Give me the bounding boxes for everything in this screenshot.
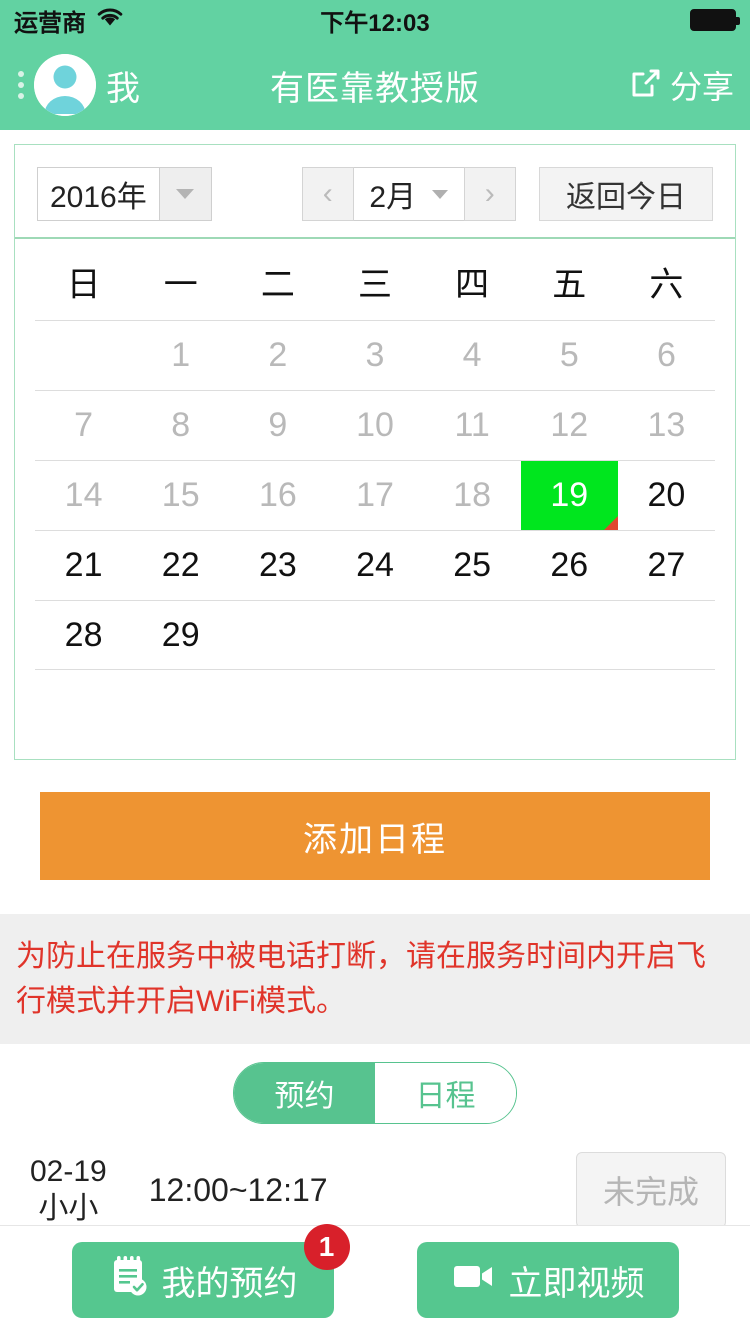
weekday-label: 日	[66, 266, 101, 304]
year-selector[interactable]: 2016年	[37, 167, 212, 221]
calendar-day-selected[interactable]: 19	[520, 461, 618, 530]
event-marker-icon	[603, 516, 618, 530]
calendar-day-cell[interactable]: 22	[132, 531, 229, 600]
status-bar: 运营商 下午12:03	[0, 0, 750, 40]
warning-text: 为防止在服务中被电话打断，请在服务时间内开启飞行模式并开启WiFi模式。	[0, 914, 750, 1044]
profile-button[interactable]: 我	[16, 54, 140, 116]
start-video-button[interactable]: 立即视频	[416, 1242, 679, 1318]
appointment-name: 小小	[38, 1192, 99, 1225]
my-appointments-label: 我的预约	[161, 1264, 298, 1303]
calendar-day-cell[interactable]: 6	[618, 321, 715, 390]
share-icon[interactable]	[624, 62, 666, 109]
weekday-label: 三	[357, 266, 392, 304]
back-to-today-button[interactable]: 返回今日	[539, 167, 713, 221]
chevron-right-icon[interactable]: ›	[463, 167, 516, 221]
segmented-control-wrap: 预约 日程	[0, 1062, 750, 1124]
calendar-day-cell[interactable]: 9	[229, 391, 326, 460]
carrier-label: 运营商	[14, 9, 86, 37]
profile-label: 我	[106, 69, 140, 108]
calendar-day-cell[interactable]: 14	[35, 461, 132, 530]
calendar-day-cell[interactable]: 20	[618, 461, 715, 530]
calendar-day-cell[interactable]: 18	[424, 461, 521, 530]
calendar-day-cell	[521, 601, 618, 669]
status-bar-right	[690, 9, 740, 31]
appointment-time: 12:00~12:17	[148, 1171, 328, 1208]
user-avatar-icon[interactable]	[34, 54, 96, 116]
calendar-day-cell[interactable]: 13	[618, 391, 715, 460]
calendar-week-row: 7 8 9 10 11 12 13	[35, 390, 715, 460]
calendar-day-cell[interactable]: 12	[521, 391, 618, 460]
weekday-label: 二	[260, 266, 295, 304]
calendar-day-cell	[35, 321, 132, 390]
tab-schedule[interactable]: 日程	[375, 1063, 516, 1123]
status-badge: 1	[303, 1224, 350, 1270]
calendar-day-cell[interactable]: 21	[35, 531, 132, 600]
calendar-day-cell[interactable]: 15	[132, 461, 229, 530]
notepad-check-icon	[108, 1254, 150, 1307]
calendar-day-cell[interactable]: 27	[618, 531, 715, 600]
share-label: 分享	[669, 69, 734, 105]
calendar-day-cell[interactable]: 25	[424, 531, 521, 600]
month-value: 2月	[369, 181, 417, 214]
appointment-date: 02-19	[30, 1154, 107, 1188]
calendar-day-cell[interactable]: 5	[521, 321, 618, 390]
calendar-day-cell[interactable]: 26	[521, 531, 618, 600]
calendar-day-cell[interactable]: 11	[424, 391, 521, 460]
tab-appointments[interactable]: 预约	[234, 1063, 375, 1123]
year-value[interactable]: 2016年	[37, 167, 160, 221]
segmented-control: 预约 日程	[233, 1062, 517, 1124]
calendar-card: 2016年 ‹ 2月 › 返回今日 日 一 二 三 四 五 六 12345678…	[14, 144, 736, 760]
calendar-day-cell[interactable]: 1	[132, 321, 229, 390]
month-value-box[interactable]: 2月	[353, 167, 464, 221]
calendar-day-cell[interactable]: 3	[326, 321, 423, 390]
calendar-week-row: 14 15 16 17 18 19 20	[35, 460, 715, 530]
calendar-grid: 1 2 3 4 5 6 7 8 9 10 11 12 13 14 15 16 17 18 19 20 21 22 23 24 2…	[15, 320, 735, 670]
weekday-label: 四	[455, 266, 490, 304]
calendar-day-cell[interactable]: 24	[326, 531, 423, 600]
calendar-day-cell[interactable]: 17	[326, 461, 423, 530]
calendar-day-cell[interactable]: 4	[424, 321, 521, 390]
chevron-down-icon[interactable]	[159, 167, 212, 221]
calendar-day-cell[interactable]: 2	[229, 321, 326, 390]
calendar-day-cell[interactable]: 8	[132, 391, 229, 460]
my-appointments-button[interactable]: 我的预约 1	[71, 1224, 350, 1318]
calendar-day-cell[interactable]: 28	[35, 601, 132, 669]
calendar-day-cell[interactable]: 10	[326, 391, 423, 460]
calendar-week-row: 28 29	[35, 600, 715, 670]
kebab-menu-icon[interactable]	[16, 69, 30, 101]
start-video-label: 立即视频	[508, 1264, 645, 1303]
status-badge[interactable]: 未完成	[575, 1152, 726, 1228]
chevron-down-icon[interactable]	[432, 189, 449, 199]
calendar-day-cell[interactable]: 7	[35, 391, 132, 460]
calendar-day-cell[interactable]: 16	[229, 461, 326, 530]
share-button[interactable]: 分享	[624, 62, 734, 109]
calendar-day-cell[interactable]: 29	[132, 601, 229, 669]
appointment-date-block: 02-19 小小	[30, 1153, 107, 1228]
calendar-day-cell[interactable]: 23	[229, 531, 326, 600]
weekday-label: 六	[649, 266, 684, 304]
calendar-day-cell	[229, 601, 326, 669]
wifi-icon	[96, 6, 124, 35]
weekday-label: 一	[163, 266, 198, 304]
calendar-week-row: 21 22 23 24 25 26 27	[35, 530, 715, 600]
add-schedule-button[interactable]: 添加日程	[40, 792, 710, 880]
weekday-label: 五	[552, 266, 587, 304]
calendar-week-row: 123456	[35, 320, 715, 390]
calendar-weekday-header: 日 一 二 三 四 五 六	[15, 239, 735, 320]
battery-full-icon	[690, 9, 740, 31]
status-bar-left: 运营商	[14, 3, 124, 38]
calendar-day-cell	[424, 601, 521, 669]
nav-bar: 我 有医靠教授版 分享	[0, 40, 750, 130]
chevron-left-icon[interactable]: ‹	[301, 167, 354, 221]
calendar-day-cell	[618, 601, 715, 669]
calendar-day-cell	[326, 601, 423, 669]
bottom-bar: 我的预约 1 立即视频	[0, 1224, 750, 1334]
month-selector[interactable]: ‹ 2月 ›	[301, 167, 516, 221]
calendar-toolbar: 2016年 ‹ 2月 › 返回今日	[15, 145, 735, 239]
video-camera-icon	[451, 1260, 497, 1301]
